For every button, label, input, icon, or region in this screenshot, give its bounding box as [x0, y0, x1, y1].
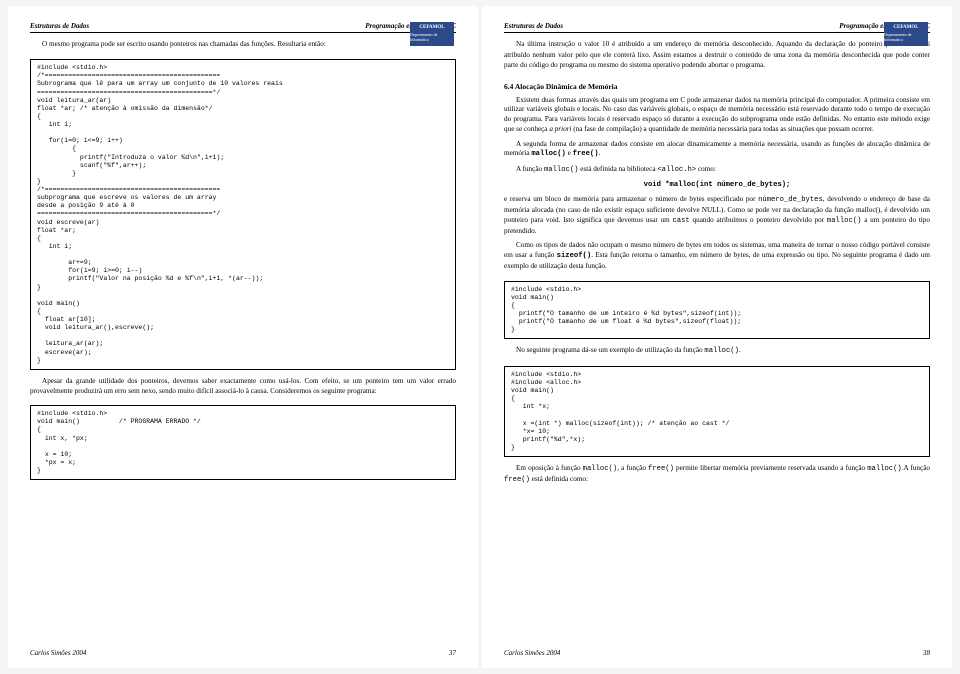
paragraph-free: Em oposição à função malloc(), a função …	[504, 464, 930, 485]
badge-name: CEFAMOL	[893, 25, 918, 32]
page-left: CEFAMOL Departamento de Informática Estr…	[8, 6, 478, 668]
header-left: Estruturas de Dados	[30, 22, 89, 31]
footer-pagenum: 37	[449, 649, 456, 658]
warning-paragraph: Apesar da grande utilidade dos ponteiros…	[30, 377, 456, 396]
paragraph-next-example: No seguinte programa dá-se um exemplo de…	[504, 346, 930, 357]
code-block-2: #include <stdio.h> void main() /* PROGRA…	[30, 405, 456, 480]
code-block-1: #include <stdio.h> /*===================…	[30, 59, 456, 370]
page-right: CEFAMOL Departamento de Informática Estr…	[482, 6, 952, 668]
dept-badge: CEFAMOL Departamento de Informática	[410, 22, 454, 46]
badge-name: CEFAMOL	[419, 25, 444, 32]
header-left: Estruturas de Dados	[504, 22, 563, 31]
code-block-malloc: #include <stdio.h> #include <alloc.h> vo…	[504, 366, 930, 457]
paragraph-second-form: A segunda forma de armazenar dados consi…	[504, 140, 930, 160]
paragraph-reserve: e reserva um bloco de memória para armaz…	[504, 195, 930, 236]
section-heading: 6.4 Alocação Dinâmica de Memória	[504, 82, 930, 92]
footer-author: Carlos Simões 2004	[504, 649, 560, 658]
footer-author: Carlos Simões 2004	[30, 649, 86, 658]
badge-dept: Departamento de Informática	[410, 32, 454, 43]
paragraph-sizeof: Como os tipos de dados não ocupam o mesm…	[504, 241, 930, 271]
malloc-prototype: void *malloc(int número_de_bytes);	[504, 181, 930, 191]
footer-pagenum: 38	[923, 649, 930, 658]
paragraph-px: Na última instrução o valor 10 é atribuí…	[504, 40, 930, 70]
intro-paragraph: O mesmo programa pode ser escrito usando…	[30, 40, 456, 50]
badge-dept: Departamento de Informática	[884, 32, 928, 43]
paragraph-storage: Existem duas formas através das quais um…	[504, 96, 930, 135]
code-block-sizeof: #include <stdio.h> void main() { printf(…	[504, 281, 930, 340]
dept-badge: CEFAMOL Departamento de Informática	[884, 22, 928, 46]
page-footer: Carlos Simões 2004 38	[504, 649, 930, 658]
page-header: Estruturas de Dados Programação em Lingu…	[504, 22, 930, 33]
page-header: Estruturas de Dados Programação em Lingu…	[30, 22, 456, 33]
paragraph-malloc-defined: A função malloc() está definida na bibli…	[504, 165, 930, 176]
page-footer: Carlos Simões 2004 37	[30, 649, 456, 658]
